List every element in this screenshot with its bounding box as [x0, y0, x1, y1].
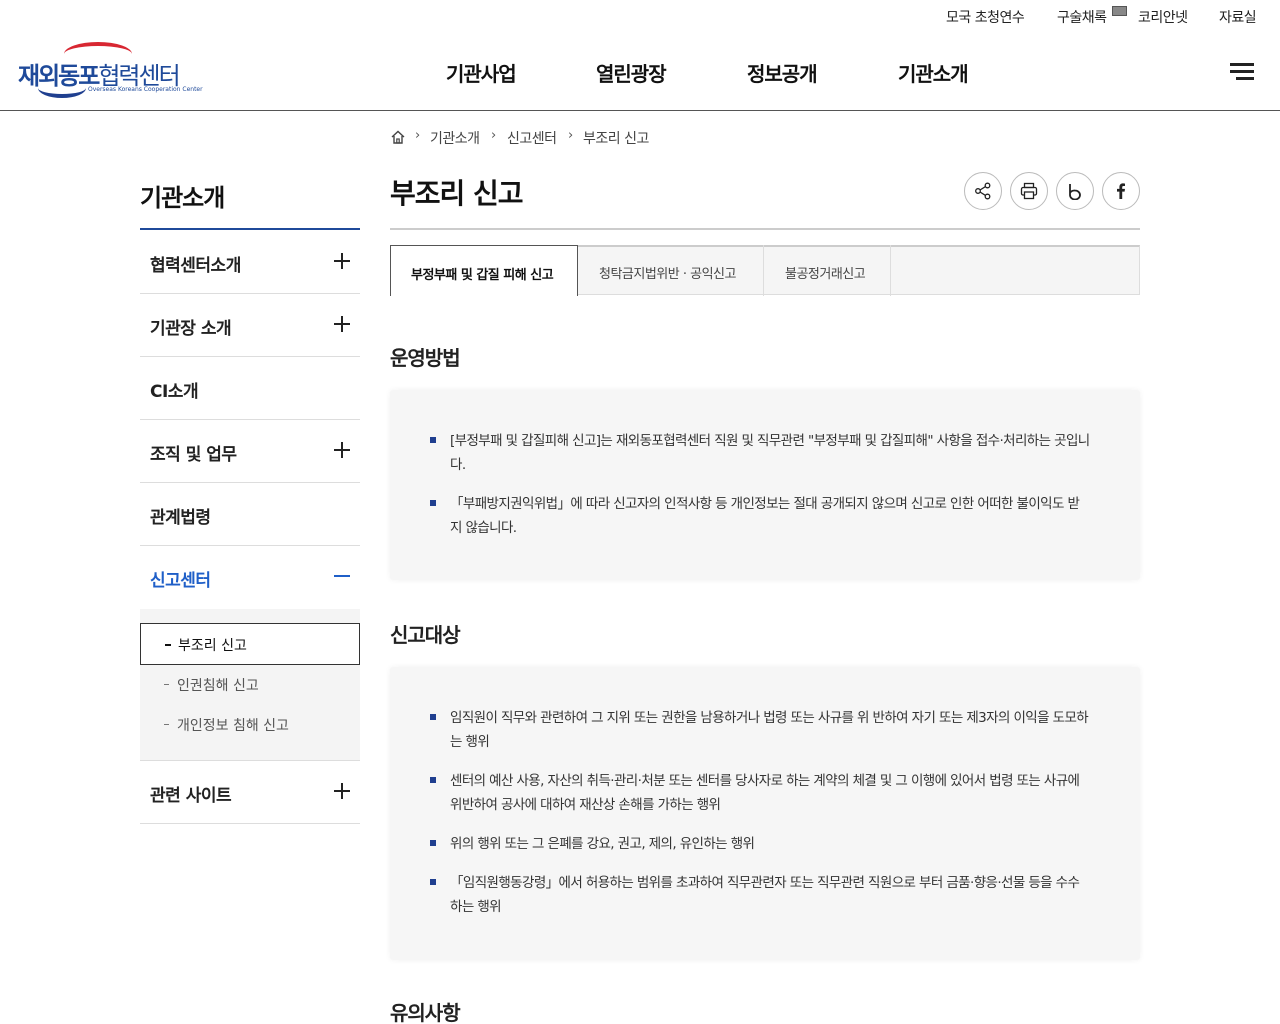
- targets-box: 임직원이 직무와 관련하여 그 지위 또는 권한을 남용하거나 법령 또는 사규…: [390, 667, 1140, 960]
- page-title: 부조리 신고: [390, 177, 524, 210]
- chevron-right-icon: ›: [415, 128, 421, 143]
- facebook-icon: [1117, 183, 1125, 199]
- site-header: 재외동포협력센터 Overseas Koreans Cooperation Ce…: [0, 34, 1280, 111]
- sidebar-item-report-center[interactable]: 신고센터: [140, 546, 360, 609]
- share-icon: [975, 182, 991, 200]
- list-item-text: 위의 행위 또는 그 은폐를 강요, 권고, 제의, 유인하는 행위: [450, 836, 755, 852]
- chevron-right-icon: ›: [568, 128, 574, 143]
- sidebar-subitem-privacy-report[interactable]: 개인정보 침해 신고: [140, 712, 360, 742]
- operation-box: [부정부패 및 갑질피해 신고]는 재외동포협력센터 직원 및 직무관련 "부정…: [390, 390, 1140, 580]
- bullet-icon: [430, 500, 436, 506]
- sidebar-subitem-human-rights-report[interactable]: 인권침해 신고: [140, 672, 360, 702]
- menu-icon[interactable]: [1230, 63, 1254, 81]
- breadcrumb-item[interactable]: 신고센터: [507, 128, 557, 148]
- breadcrumb-item[interactable]: 기관소개: [430, 128, 480, 148]
- site-logo[interactable]: 재외동포협력센터 Overseas Koreans Cooperation Ce…: [18, 42, 203, 100]
- print-button[interactable]: [1010, 172, 1048, 210]
- section-title-operation: 운영방법: [390, 346, 461, 370]
- tab-corruption-abuse[interactable]: 부정부패 및 갑질 피해 신고: [390, 245, 578, 296]
- section-title-notes: 유의사항: [390, 1001, 461, 1024]
- print-icon: [1020, 182, 1038, 200]
- utility-bar: 모국 초청연수 구술채록 코리안넷 자료실: [0, 0, 1280, 34]
- sidebar-item-label: 신고센터: [150, 571, 211, 591]
- sidebar-subitem-corruption-report[interactable]: 부조리 신고: [140, 623, 360, 665]
- list-item-text: 「부패방지권익위법」에 따라 신고자의 인적사항 등 개인정보는 절대 공개되지…: [450, 496, 1080, 536]
- title-divider: [390, 228, 1140, 230]
- list-item-text: [부정부패 및 갑질피해 신고]는 재외동포협력센터 직원 및 직무관련 "부정…: [450, 433, 1090, 473]
- sidebar-item-label: 관계법령: [150, 508, 211, 528]
- tab-unfair-trade[interactable]: 불공정거래신고: [764, 245, 891, 296]
- facebook-button[interactable]: [1102, 172, 1140, 210]
- sidebar-item-center-intro[interactable]: 협력센터소개: [140, 231, 360, 294]
- tab-label: 청탁금지법위반 · 공익신고: [599, 267, 736, 282]
- tab-anti-graft-public-interest[interactable]: 청탁금지법위반 · 공익신고: [578, 245, 764, 296]
- sidebar-item-head-intro[interactable]: 기관장 소개: [140, 294, 360, 357]
- logo-subtext: Overseas Koreans Cooperation Center: [88, 86, 203, 93]
- bullet-icon: [430, 840, 436, 846]
- util-link-invitation-training[interactable]: 모국 초청연수: [946, 7, 1025, 27]
- sidebar-subitem-label: 인권침해 신고: [177, 678, 259, 694]
- home-icon[interactable]: [390, 129, 406, 145]
- tab-label: 부정부패 및 갑질 피해 신고: [411, 268, 554, 283]
- bullet-icon: [430, 879, 436, 885]
- bullet-icon: [430, 777, 436, 783]
- sidebar-item-label: 조직 및 업무: [150, 445, 237, 465]
- chevron-right-icon: ›: [491, 128, 497, 143]
- gnb-item-open-square[interactable]: 열린광장: [596, 58, 667, 87]
- plus-icon: [334, 442, 350, 458]
- gnb-item-about[interactable]: 기관소개: [898, 58, 969, 87]
- sidebar-item-label: 관련 사이트: [150, 786, 232, 806]
- sidebar-divider: [140, 228, 360, 230]
- list-item-text: 임직원이 직무와 관련하여 그 지위 또는 권한을 남용하거나 법령 또는 사규…: [450, 710, 1089, 750]
- blog-button[interactable]: [1056, 172, 1094, 210]
- list-item-text: 센터의 예산 사용, 자산의 취득·관리·처분 또는 센터를 당사자로 하는 계…: [450, 773, 1080, 813]
- dash-icon: [165, 644, 171, 646]
- sidebar-item-label: 협력센터소개: [150, 256, 241, 276]
- sidebar-item-label: 기관장 소개: [150, 319, 232, 339]
- list-item-text: 「임직원행동강령」에서 허용하는 범위를 초과하여 직무관련자 또는 직무관련 …: [450, 875, 1080, 915]
- gnb-item-disclosure[interactable]: 정보공개: [747, 58, 818, 87]
- minus-icon: [334, 575, 350, 577]
- bullet-icon: [430, 714, 436, 720]
- share-button[interactable]: [964, 172, 1002, 210]
- report-type-tabs: 부정부패 및 갑질 피해 신고 청탁금지법위반 · 공익신고 불공정거래신고: [390, 245, 1140, 296]
- sidebar-item-ci[interactable]: CI소개: [140, 357, 360, 420]
- tab-label: 불공정거래신고: [785, 267, 866, 282]
- sidebar-item-related-sites[interactable]: 관련 사이트: [140, 761, 360, 824]
- gnb-item-projects[interactable]: 기관사업: [446, 58, 517, 87]
- sidebar-subitem-label: 부조리 신고: [178, 638, 247, 654]
- blog-icon: [1069, 184, 1081, 200]
- util-link-oral-history[interactable]: 구술채록: [1057, 7, 1107, 27]
- flag-icon: [1112, 6, 1127, 16]
- sidebar-item-laws[interactable]: 관계법령: [140, 483, 360, 546]
- section-title-targets: 신고대상: [390, 623, 461, 647]
- sidebar-item-label: CI소개: [150, 382, 199, 402]
- plus-icon: [334, 783, 350, 799]
- dash-icon: [164, 684, 169, 685]
- sidebar-subitem-label: 개인정보 침해 신고: [177, 718, 289, 734]
- sidebar-title: 기관소개: [140, 184, 225, 212]
- bullet-icon: [430, 437, 436, 443]
- sidebar-item-organization[interactable]: 조직 및 업무: [140, 420, 360, 483]
- dash-icon: [164, 724, 169, 725]
- breadcrumb-current: 부조리 신고: [583, 131, 649, 147]
- plus-icon: [334, 316, 350, 332]
- util-link-koreannet[interactable]: 코리안넷: [1138, 7, 1188, 27]
- plus-icon: [334, 253, 350, 269]
- util-link-archive[interactable]: 자료실: [1219, 7, 1257, 27]
